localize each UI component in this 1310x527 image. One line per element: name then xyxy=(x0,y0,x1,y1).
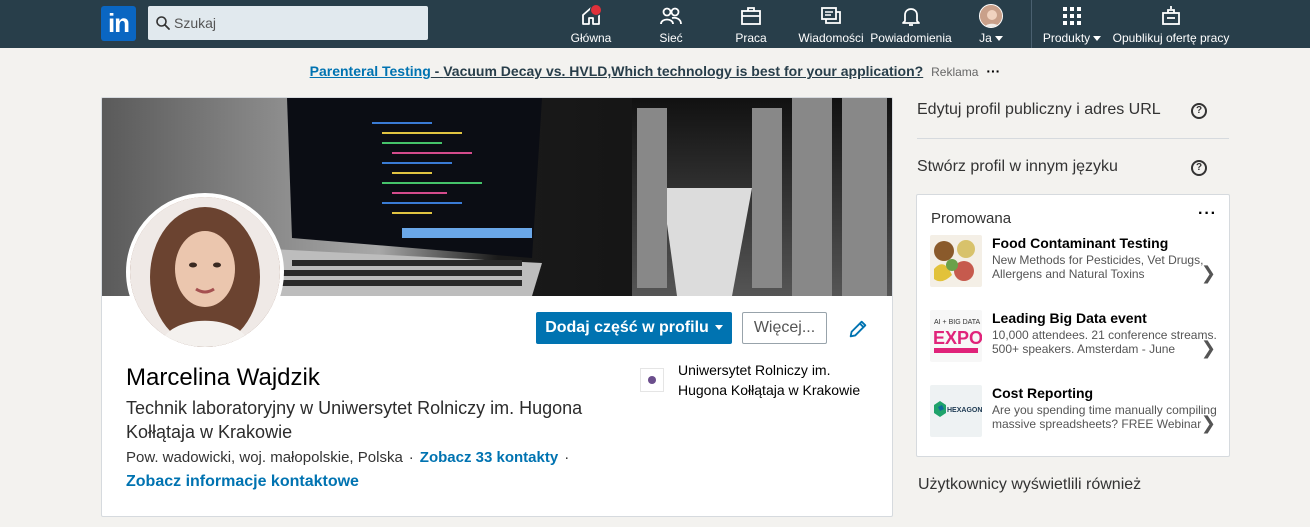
nav-post-job-label: Opublikuj ofertę pracy xyxy=(1112,31,1230,45)
help-icon[interactable]: ? xyxy=(1191,103,1207,119)
chevron-down-icon xyxy=(994,36,1003,42)
nav-home[interactable]: Główna xyxy=(566,4,616,46)
edit-public-profile-link[interactable]: Edytuj profil publiczny i adres URL ? xyxy=(917,101,1229,119)
nav-divider xyxy=(1031,0,1032,48)
more-button[interactable]: Więcej... xyxy=(742,312,827,344)
linkedin-logo[interactable]: in xyxy=(101,6,136,41)
divider xyxy=(917,138,1229,139)
create-profile-other-language-label: Stwórz profil w innym języku xyxy=(917,158,1118,175)
profile-photo[interactable] xyxy=(126,193,284,351)
profile-card: Dodaj część w profilu Więcej... Marcelin… xyxy=(101,97,893,517)
promo-item[interactable]: AI + BIG DATA EXPO Leading Big Data even… xyxy=(930,310,1220,380)
nav-messages[interactable]: Wiadomości xyxy=(798,4,864,46)
nav-network[interactable]: Sieć xyxy=(647,4,695,46)
promo-item[interactable]: Food Contaminant Testing New Methods for… xyxy=(930,235,1220,305)
location-line: Pow. wadowicki, woj. małopolskie, Polska… xyxy=(126,449,575,466)
nav-me[interactable]: Ja xyxy=(975,4,1007,46)
nav-messages-label: Wiadomości xyxy=(798,31,864,45)
create-profile-other-language-link[interactable]: Stwórz profil w innym języku ? xyxy=(917,158,1229,176)
profile-location: Pow. wadowicki, woj. małopolskie, Polska xyxy=(126,449,403,466)
more-options-icon[interactable]: ··· xyxy=(1198,205,1217,223)
big-data-expo-thumbnail: AI + BIG DATA EXPO xyxy=(930,310,982,362)
notification-dot xyxy=(590,4,602,16)
promo-title: Cost Reporting xyxy=(992,385,1094,401)
briefcase-icon xyxy=(741,7,761,25)
add-profile-section-button[interactable]: Dodaj część w profilu xyxy=(536,312,732,344)
chevron-right-icon: ❯ xyxy=(1200,338,1216,358)
promo-description: New Methods for Pesticides, Vet Drugs, A… xyxy=(992,253,1204,281)
also-viewed-heading: Użytkownicy wyświetlili również xyxy=(918,476,1142,493)
chevron-right-icon: ❯ xyxy=(1200,263,1216,283)
chevron-right-icon: ❯ xyxy=(1200,413,1216,433)
avatar xyxy=(979,4,1003,28)
messages-icon xyxy=(821,7,841,24)
ad-link[interactable]: Parenteral Testing xyxy=(310,63,431,79)
chevron-down-icon xyxy=(714,325,723,331)
food-testing-thumbnail xyxy=(930,235,982,287)
nav-notifications-label: Powiadomienia xyxy=(870,31,952,45)
add-profile-section-label: Dodaj część w profilu xyxy=(545,319,709,336)
svg-text:HEXAGON: HEXAGON xyxy=(947,407,982,414)
school-logo xyxy=(640,368,664,392)
separator: · xyxy=(564,449,570,466)
network-icon xyxy=(660,7,682,25)
hexagon-logo-thumbnail: HEXAGON xyxy=(930,385,982,437)
grid-icon xyxy=(1063,7,1081,25)
nav-products[interactable]: Produkty xyxy=(1040,4,1104,46)
profile-photo-image xyxy=(130,197,280,347)
avatar-face-icon xyxy=(980,5,1002,27)
search-box[interactable] xyxy=(148,6,428,40)
nav-me-label: Ja xyxy=(979,31,992,45)
edit-public-profile-label: Edytuj profil publiczny i adres URL xyxy=(917,101,1161,118)
pencil-icon[interactable] xyxy=(847,318,869,340)
ad-tag: Reklama xyxy=(931,65,979,79)
promoted-heading: Promowana xyxy=(931,210,1012,227)
ad-banner: Parenteral Testing - Vacuum Decay vs. HV… xyxy=(0,63,1310,79)
nav-jobs-label: Praca xyxy=(735,31,767,45)
school-name: Uniwersytet Rolniczy im. Hugona Kołłątaj… xyxy=(678,362,861,398)
promo-description: Are you spending time manually compiling… xyxy=(992,403,1217,431)
ad-dash[interactable]: - xyxy=(431,63,443,79)
svg-text:EXPO: EXPO xyxy=(933,328,982,348)
promoted-card: Promowana ··· Food Contaminant Testing N… xyxy=(916,194,1230,457)
top-navigation-bar: in Główna Sieć Praca xyxy=(0,0,1310,48)
nav-post-job[interactable]: Opublikuj ofertę pracy xyxy=(1110,4,1232,46)
search-icon xyxy=(156,16,170,30)
nav-jobs[interactable]: Praca xyxy=(727,4,775,46)
contact-info-link[interactable]: Zobacz informacje kontaktowe xyxy=(126,473,359,491)
nav-notifications[interactable]: Powiadomienia xyxy=(870,4,952,46)
profile-name: Marcelina Wajdzik xyxy=(126,364,320,391)
promo-title: Leading Big Data event xyxy=(992,310,1147,326)
separator: · xyxy=(408,449,414,466)
contacts-link[interactable]: Zobacz 33 kontakty xyxy=(420,449,558,466)
promo-item[interactable]: HEXAGON Cost Reporting Are you spending … xyxy=(930,385,1220,455)
nav-home-label: Główna xyxy=(570,31,612,45)
post-job-icon xyxy=(1162,6,1180,25)
nav-network-label: Sieć xyxy=(659,31,683,45)
help-icon[interactable]: ? xyxy=(1191,160,1207,176)
chevron-down-icon xyxy=(1093,36,1102,42)
ad-text[interactable]: Vacuum Decay vs. HVLD,Which technology i… xyxy=(443,63,923,79)
bell-icon xyxy=(902,8,920,26)
promo-title: Food Contaminant Testing xyxy=(992,235,1169,251)
profile-headline: Technik laboratoryjny w Uniwersytet Roln… xyxy=(126,398,583,442)
svg-text:AI + BIG DATA: AI + BIG DATA xyxy=(934,319,981,326)
search-input[interactable] xyxy=(174,6,424,40)
ad-more-icon[interactable]: ··· xyxy=(986,63,1000,79)
promo-description: 10,000 attendees. 21 conference streams.… xyxy=(992,328,1217,356)
nav-products-label: Produkty xyxy=(1042,31,1091,45)
